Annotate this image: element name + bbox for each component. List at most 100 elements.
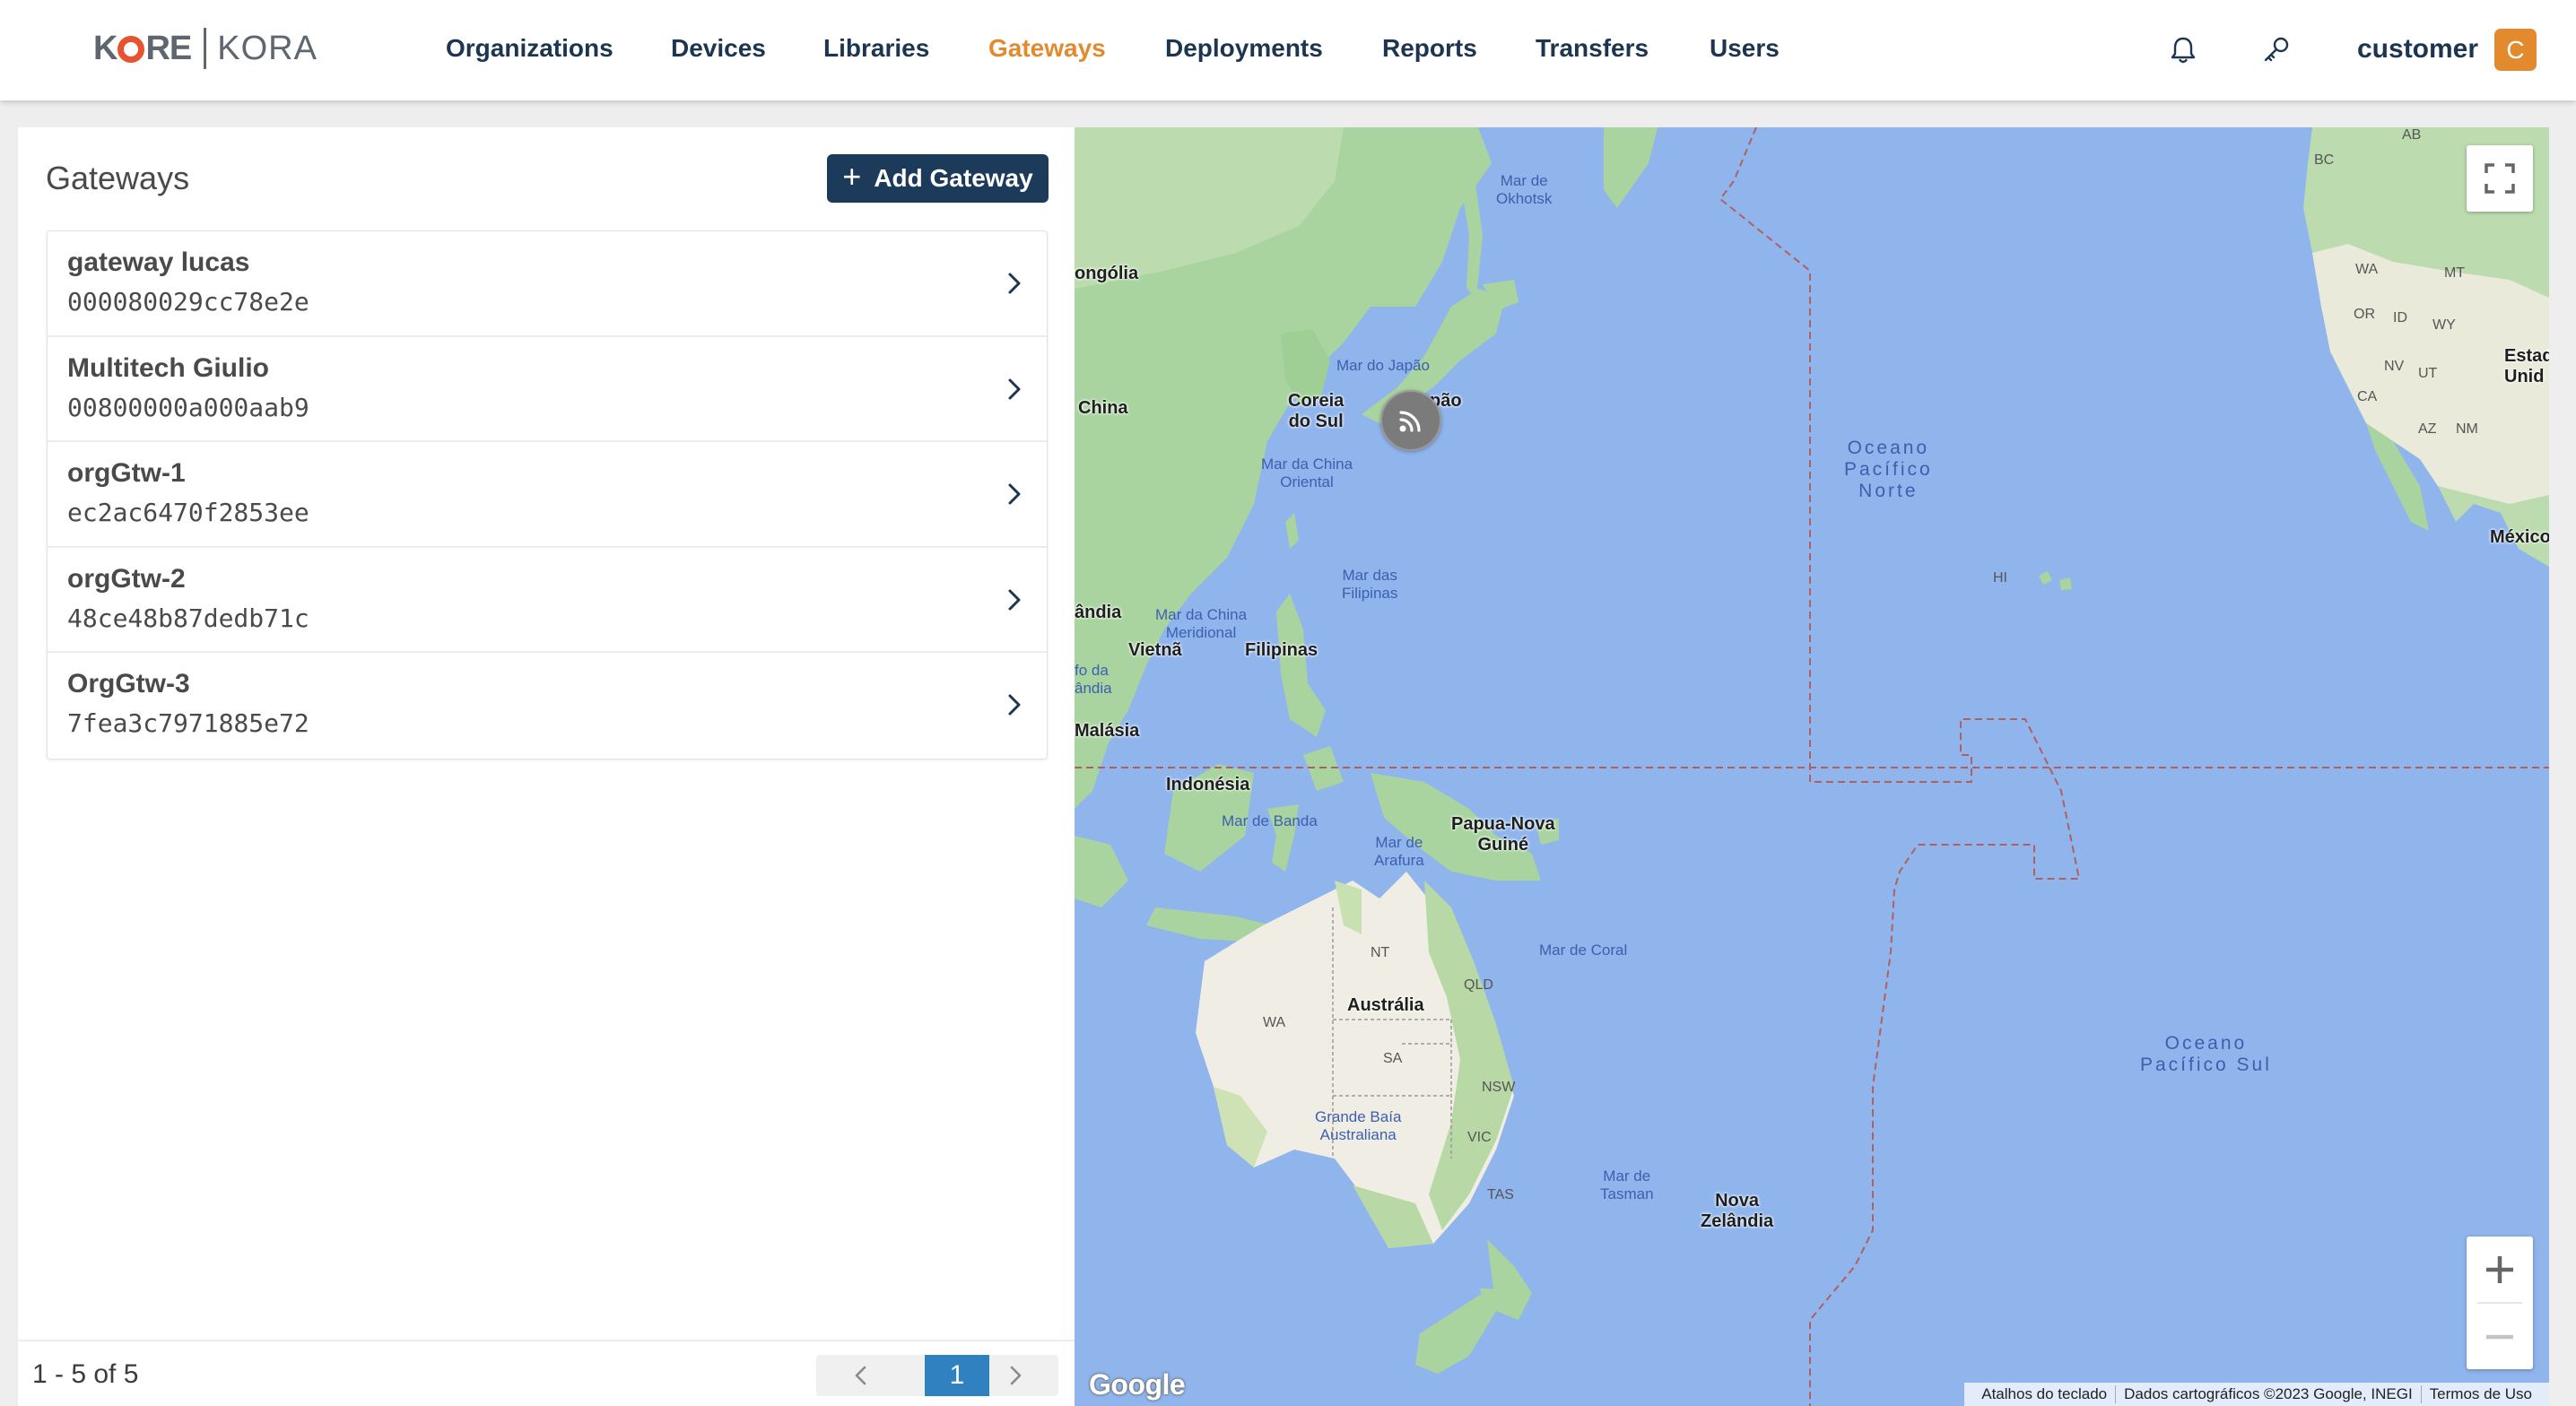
- nav-reports[interactable]: Reports: [1382, 34, 1477, 63]
- fullscreen-button[interactable]: [2467, 145, 2533, 212]
- map-label-australia: Austrália: [1347, 995, 1424, 1015]
- prev-page-button[interactable]: [834, 1355, 888, 1396]
- map-label-wa: WA: [1263, 1015, 1286, 1030]
- map-label-vietnam: Vietnã: [1128, 640, 1182, 660]
- minus-icon: [2486, 1334, 2513, 1339]
- gateway-name: orgGtw-2: [67, 563, 186, 594]
- page-title: Gateways: [46, 160, 190, 196]
- map-label-sea-philippine: Mar das Filipinas: [1342, 567, 1398, 602]
- next-page-button[interactable]: [988, 1355, 1042, 1396]
- list-item[interactable]: orgGtw-2 48ce48b87dedb71c: [48, 548, 1047, 653]
- map-label-hi: HI: [1993, 570, 2007, 586]
- map-label-sea-banda: Mar de Banda: [1222, 812, 1318, 829]
- map-label-ut: UT: [2418, 366, 2438, 381]
- gateway-id: 7fea3c7971885e72: [67, 708, 309, 738]
- map-label-az: AZ: [2418, 421, 2437, 437]
- plus-icon: +: [842, 158, 862, 195]
- map-label-north-pacific: Oceano Pacífico Norte: [1844, 438, 1933, 502]
- list-item[interactable]: Multitech Giulio 00800000a000aab9: [48, 337, 1047, 442]
- map-label-nv: NV: [2384, 359, 2405, 374]
- pagination-divider: [18, 1340, 1075, 1341]
- plus-icon: [2486, 1255, 2513, 1283]
- bell-icon[interactable]: [2165, 32, 2201, 68]
- chevron-right-icon: [1010, 1366, 1022, 1385]
- gateway-map[interactable]: ongólia China Coreia do Sul pão Mar do J…: [1075, 127, 2549, 1406]
- map-label-sea-okhotsk: Mar de Okhotsk: [1496, 172, 1553, 207]
- zoom-out-button[interactable]: [2467, 1304, 2533, 1369]
- add-gateway-label: Add Gateway: [874, 164, 1033, 192]
- chevron-left-icon: [855, 1366, 866, 1385]
- map-label-wa-us: WA: [2355, 262, 2379, 277]
- pagination-summary: 1 - 5 of 5: [32, 1359, 139, 1389]
- terms-link[interactable]: Termos de Uso: [2420, 1385, 2540, 1403]
- nav-devices[interactable]: Devices: [671, 34, 766, 63]
- map-label-mt: MT: [2444, 265, 2466, 281]
- map-attribution: Atalhos do teclado Dados cartográficos ©…: [1964, 1383, 2549, 1406]
- map-label-nt: NT: [1371, 945, 1390, 960]
- map-label-china: China: [1078, 398, 1128, 418]
- map-label-sea-tasman: Mar de Tasman: [1600, 1167, 1654, 1202]
- logo-brand: K RE: [93, 29, 192, 67]
- zoom-in-button[interactable]: [2467, 1237, 2533, 1302]
- google-logo[interactable]: Google: [1089, 1368, 1186, 1402]
- gateway-id: 000080029cc78e2e: [67, 287, 309, 317]
- gateway-id: 48ce48b87dedb71c: [67, 603, 309, 633]
- list-item[interactable]: OrgGtw-3 7fea3c7971885e72: [48, 653, 1047, 759]
- nav-libraries[interactable]: Libraries: [823, 34, 929, 63]
- gateway-marker[interactable]: [1380, 390, 1441, 451]
- nav-transfers[interactable]: Transfers: [1536, 34, 1649, 63]
- list-item[interactable]: orgGtw-1 ec2ac6470f2853ee: [48, 442, 1047, 548]
- nav-organizations[interactable]: Organizations: [446, 34, 614, 63]
- map-label-ab: AB: [2402, 127, 2422, 143]
- nav-gateways[interactable]: Gateways: [988, 34, 1106, 63]
- avatar[interactable]: C: [2494, 29, 2537, 71]
- gateways-panel: Gateways + Add Gateway gateway lucas 000…: [18, 127, 1075, 1406]
- fullscreen-icon: [2485, 163, 2515, 194]
- map-label-sea-east-china: Mar da China Oriental: [1261, 456, 1353, 490]
- map-label-mongolia: ongólia: [1075, 264, 1139, 283]
- map-label-sa: SA: [1383, 1051, 1403, 1066]
- zoom-control: [2467, 1237, 2533, 1369]
- rss-icon: [1399, 411, 1421, 432]
- map-label-thailand: ândia: [1075, 603, 1122, 622]
- map-label-mexico: México: [2490, 527, 2549, 547]
- map-label-png: Papua-Nova Guiné: [1451, 814, 1555, 855]
- user-name[interactable]: customer: [2357, 34, 2478, 65]
- gateway-id: ec2ac6470f2853ee: [67, 498, 309, 527]
- keyboard-shortcuts-link[interactable]: Atalhos do teclado: [1973, 1385, 2115, 1403]
- map-label-sea-south-china: Mar da China Meridional: [1155, 606, 1248, 641]
- page-1-button[interactable]: 1: [925, 1355, 989, 1396]
- chevron-right-icon: [1008, 694, 1021, 716]
- map-label-sea-japan: Mar do Japão: [1336, 357, 1430, 374]
- map-label-gulf-thailand: fo da ândia: [1075, 662, 1112, 697]
- gateway-id: 00800000a000aab9: [67, 392, 309, 422]
- map-label-malaysia: Malásia: [1075, 721, 1140, 741]
- nav-deployments[interactable]: Deployments: [1165, 34, 1323, 63]
- map-label-nsw: NSW: [1482, 1080, 1516, 1095]
- map-label-ca: CA: [2357, 389, 2378, 404]
- map-label-indonesia: Indonésia: [1166, 775, 1250, 794]
- gateway-name: orgGtw-1: [67, 458, 186, 488]
- logo-product: KORA: [217, 29, 318, 67]
- list-item[interactable]: gateway lucas 000080029cc78e2e: [48, 231, 1047, 337]
- map-geography: [1075, 127, 2549, 1406]
- map-label-nz: Nova Zelândia: [1701, 1191, 1774, 1231]
- kore-logo[interactable]: K RE KORA: [93, 27, 318, 70]
- gateway-name: OrgGtw-3: [67, 669, 190, 699]
- add-gateway-button[interactable]: + Add Gateway: [827, 154, 1049, 203]
- map-label-or: OR: [2354, 307, 2375, 322]
- chevron-right-icon: [1008, 483, 1021, 505]
- map-label-bc: BC: [2314, 152, 2335, 168]
- chevron-right-icon: [1008, 273, 1021, 294]
- nav-users[interactable]: Users: [1710, 34, 1780, 63]
- map-label-nm: NM: [2456, 421, 2478, 437]
- chevron-right-icon: [1008, 589, 1021, 610]
- map-label-vic: VIC: [1467, 1130, 1492, 1145]
- map-label-sea-coral: Mar de Coral: [1539, 942, 1628, 959]
- key-icon[interactable]: [2258, 32, 2294, 68]
- pagination: 1: [816, 1355, 1058, 1396]
- map-label-bight: Grande Baía Australiana: [1315, 1108, 1402, 1143]
- top-header: K RE KORA Organizations Devices Libraries…: [0, 0, 2576, 100]
- gateway-list: gateway lucas 000080029cc78e2e Multitech…: [47, 230, 1048, 759]
- map-label-qld: QLD: [1464, 977, 1493, 993]
